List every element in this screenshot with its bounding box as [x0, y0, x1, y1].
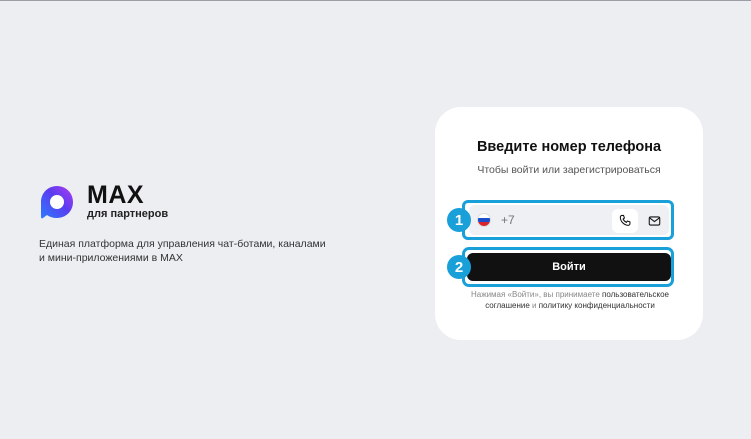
legal-notice: Нажимая «Войти», вы принимаете пользоват… [452, 289, 688, 311]
step-badge-2: 2 [447, 255, 471, 279]
tagline: Единая платформа для управления чат-бота… [39, 237, 339, 265]
login-title: Введите номер телефона [476, 139, 662, 155]
brand-subtitle: для партнеров [87, 208, 169, 220]
login-subtitle: Чтобы войти или зарегистрироваться [477, 164, 661, 176]
brand-logo-block: MAX для партнеров [39, 183, 168, 221]
legal-and: и [529, 301, 539, 310]
tagline-line-1: Единая платформа для управления чат-бота… [39, 238, 326, 250]
top-border [0, 0, 751, 1]
legal-prefix: Нажимая «Войти», вы принимаете [470, 290, 603, 299]
highlight-frame-phone [462, 200, 674, 240]
step-badge-1: 1 [447, 208, 471, 232]
brand-name: MAX [87, 181, 145, 209]
privacy-policy-link[interactable]: политику конфиденциальности [539, 301, 655, 310]
tagline-line-2: и мини-приложениями в MAX [39, 252, 183, 264]
max-logo-icon [41, 186, 73, 219]
highlight-frame-submit [462, 247, 674, 287]
